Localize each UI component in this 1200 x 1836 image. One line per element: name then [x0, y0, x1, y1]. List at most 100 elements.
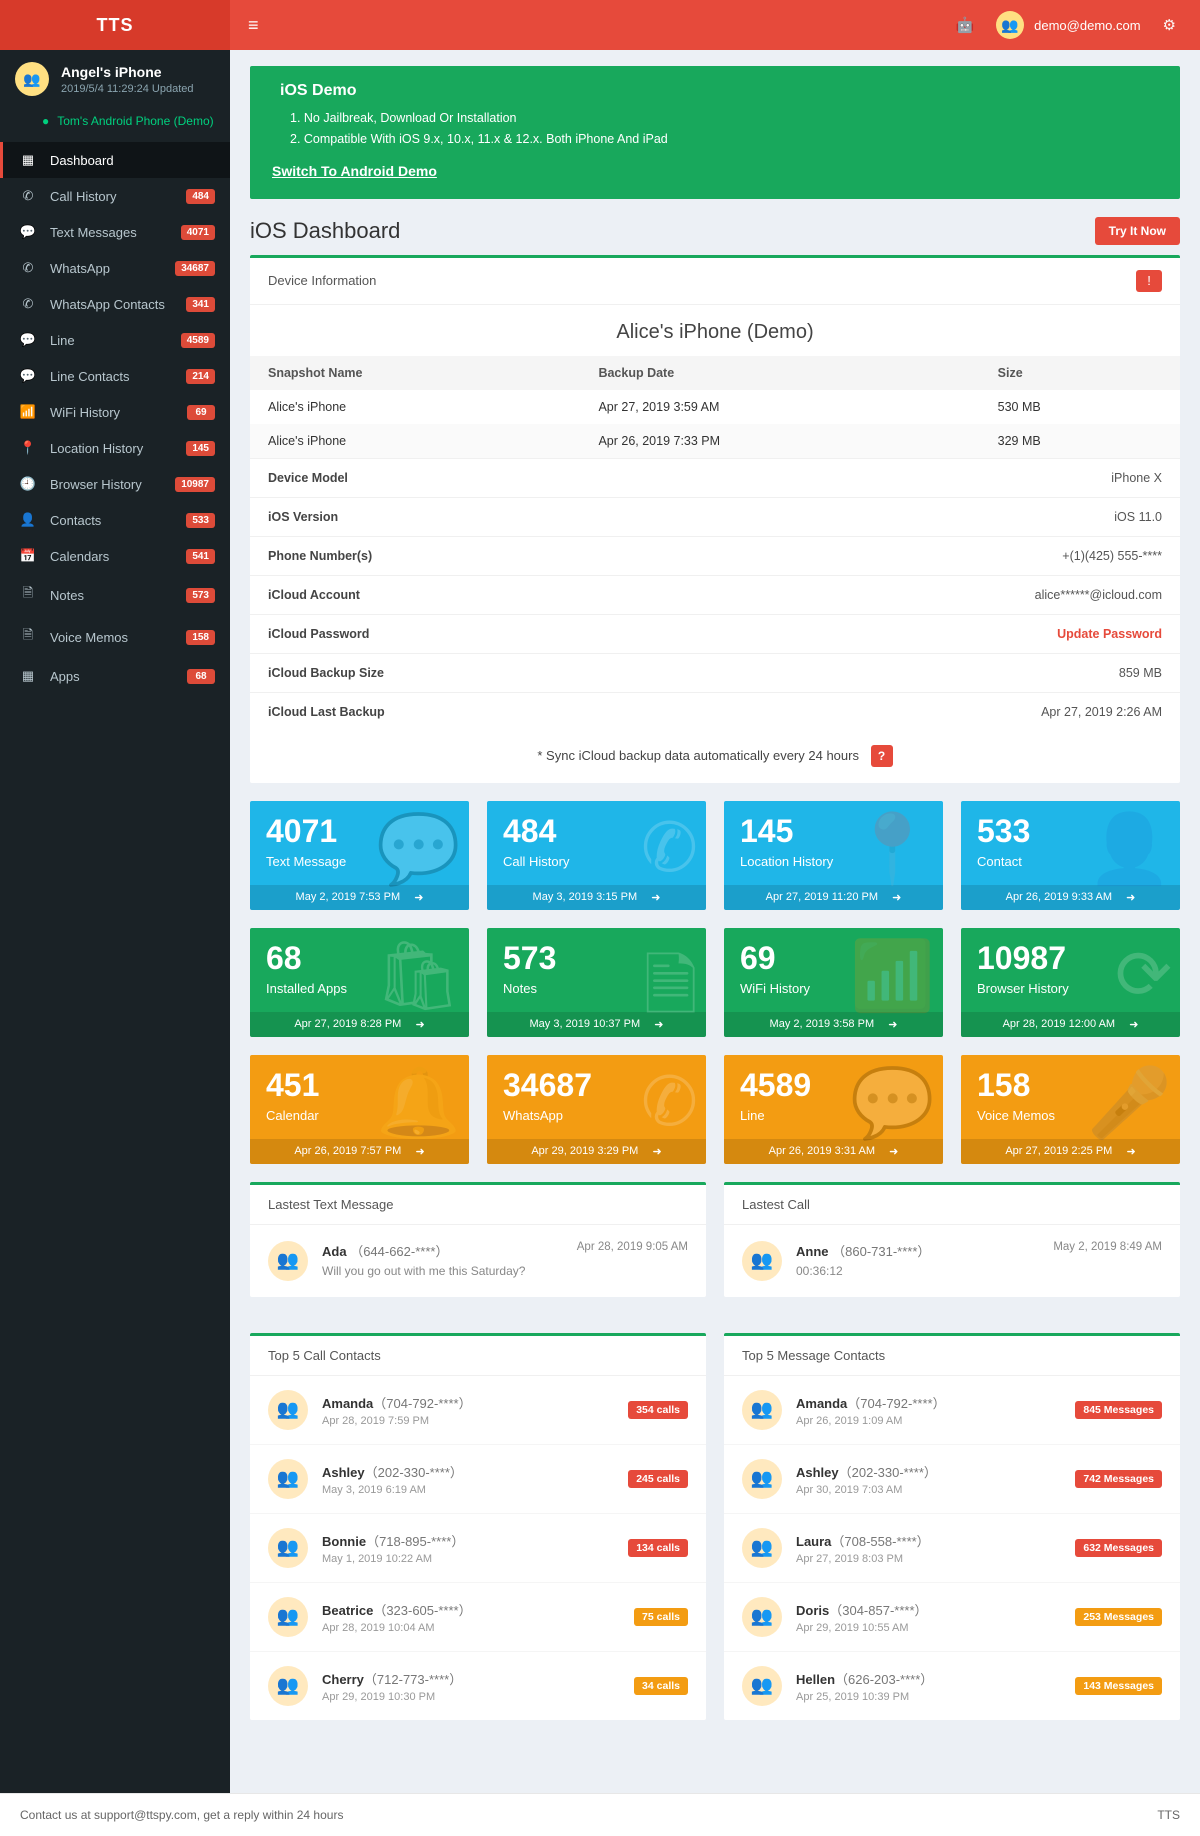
stat-card-notes[interactable]: 🗎573NotesMay 3, 2019 10:37 PM ➜ — [487, 928, 706, 1037]
stat-card-browser-history[interactable]: ⟳10987Browser HistoryApr 28, 2019 12:00 … — [961, 928, 1180, 1037]
menu-icon: 📅 — [18, 548, 38, 564]
top-msgs-panel: Top 5 Message Contacts 👥Amanda（704-792-*… — [724, 1333, 1180, 1720]
contact-row[interactable]: 👥Amanda（704-792-****）Apr 26, 2019 1:09 A… — [724, 1376, 1180, 1444]
count-badge: 484 — [186, 189, 215, 204]
count-tag: 34 calls — [634, 1677, 688, 1695]
count-badge: 214 — [186, 369, 215, 384]
latest-call-row[interactable]: 👥 Anne （860-731-****） 00:36:12 May 2, 20… — [724, 1225, 1180, 1297]
device-switch[interactable]: ● Tom's Android Phone (Demo) — [0, 106, 230, 142]
sidebar-item-notes[interactable]: 🗎Notes573 — [0, 574, 230, 616]
error-icon[interactable]: ! — [1136, 270, 1162, 292]
banner-title: iOS Demo — [272, 82, 1158, 100]
info-row: Device ModeliPhone X — [250, 458, 1180, 497]
sidebar-item-call-history[interactable]: ✆Call History484 — [0, 178, 230, 214]
content: iOS Demo 1. No Jailbreak, Download Or In… — [230, 50, 1200, 1793]
sidebar-item-location-history[interactable]: 📍Location History145 — [0, 430, 230, 466]
stat-card-installed-apps[interactable]: 🛍68Installed AppsApr 27, 2019 8:28 PM ➜ — [250, 928, 469, 1037]
stat-cards: 💬4071Text MessageMay 2, 2019 7:53 PM ➜✆4… — [250, 801, 1180, 1164]
stat-card-location-history[interactable]: 📍145Location HistoryApr 27, 2019 11:20 P… — [724, 801, 943, 910]
stat-card-wifi-history[interactable]: 📶69WiFi HistoryMay 2, 2019 3:58 PM ➜ — [724, 928, 943, 1037]
stat-card-whatsapp[interactable]: ✆34687WhatsAppApr 29, 2019 3:29 PM ➜ — [487, 1055, 706, 1164]
count-tag: 245 calls — [628, 1470, 688, 1488]
card-bg-icon: 💬 — [376, 809, 461, 889]
card-bg-icon: ✆ — [641, 809, 698, 888]
contact-row[interactable]: 👥Doris（304-857-****）Apr 29, 2019 10:55 A… — [724, 1582, 1180, 1651]
info-row: iCloud PasswordUpdate Password — [250, 614, 1180, 653]
footer-left: Contact us at support@ttspy.com, get a r… — [20, 1808, 343, 1822]
avatar-icon: 👥 — [742, 1390, 782, 1430]
android-icon[interactable]: 🤖 — [955, 16, 974, 34]
sidebar-item-text-messages[interactable]: 💬Text Messages4071 — [0, 214, 230, 250]
stat-time: Apr 29, 2019 3:29 PM ➜ — [487, 1139, 706, 1164]
avatar-icon: 👥 — [268, 1390, 308, 1430]
stat-card-calendar[interactable]: 🔔451CalendarApr 26, 2019 7:57 PM ➜ — [250, 1055, 469, 1164]
panel-title: Lastest Text Message — [268, 1197, 394, 1212]
menu-icon: 📶 — [18, 404, 38, 420]
brand[interactable]: TTS — [0, 0, 230, 50]
contact-phone: （304-857-****） — [829, 1603, 927, 1618]
menu-icon: 🗎 — [18, 584, 38, 606]
sidebar-item-browser-history[interactable]: 🕘Browser History10987 — [0, 466, 230, 502]
contact-row[interactable]: 👥Amanda（704-792-****）Apr 28, 2019 7:59 P… — [250, 1376, 706, 1444]
arrow-icon: ➜ — [892, 891, 901, 904]
settings-icon[interactable]: ⚙ — [1163, 16, 1176, 34]
latest-text-row[interactable]: 👥 Ada （644-662-****） Will you go out wit… — [250, 1225, 706, 1297]
call-duration: 00:36:12 — [796, 1264, 930, 1278]
try-button[interactable]: Try It Now — [1095, 217, 1180, 245]
arrow-icon: ➜ — [652, 1145, 661, 1158]
contact-date: May 3, 2019 6:19 AM — [322, 1484, 463, 1496]
sidebar-item-dashboard[interactable]: ▦Dashboard — [0, 142, 230, 178]
user-email: demo@demo.com — [1034, 18, 1140, 33]
contact-row[interactable]: 👥Bonnie（718-895-****）May 1, 2019 10:22 A… — [250, 1513, 706, 1582]
sidebar-item-wifi-history[interactable]: 📶WiFi History69 — [0, 394, 230, 430]
contact-row[interactable]: 👥Cherry（712-773-****）Apr 29, 2019 10:30 … — [250, 1651, 706, 1720]
contact-row[interactable]: 👥Beatrice（323-605-****）Apr 28, 2019 10:0… — [250, 1582, 706, 1651]
contact-row[interactable]: 👥Ashley（202-330-****）Apr 30, 2019 7:03 A… — [724, 1444, 1180, 1513]
contact-row[interactable]: 👥Ashley（202-330-****）May 3, 2019 6:19 AM… — [250, 1444, 706, 1513]
contact-date: Apr 30, 2019 7:03 AM — [796, 1484, 937, 1496]
sidebar-item-apps[interactable]: ▦Apps68 — [0, 658, 230, 694]
sidebar-item-voice-memos[interactable]: 🗎Voice Memos158 — [0, 616, 230, 658]
help-icon[interactable]: ? — [871, 745, 893, 767]
menu-label: Browser History — [50, 477, 142, 492]
contact-phone: （323-605-****） — [373, 1603, 471, 1618]
info-row: iCloud Backup Size859 MB — [250, 653, 1180, 692]
menu-label: Call History — [50, 189, 116, 204]
switch-demo-link[interactable]: Switch To Android Demo — [272, 163, 437, 179]
stat-card-voice-memos[interactable]: 🎤158Voice MemosApr 27, 2019 2:25 PM ➜ — [961, 1055, 1180, 1164]
user-chip[interactable]: 👥 demo@demo.com — [996, 11, 1140, 39]
hamburger-icon[interactable]: ≡ — [230, 15, 277, 36]
info-value[interactable]: Update Password — [1057, 627, 1162, 641]
count-badge: 10987 — [175, 477, 215, 492]
demo-device-name: Alice's iPhone (Demo) — [250, 305, 1180, 356]
menu-label: Apps — [50, 669, 80, 684]
sidebar-item-line[interactable]: 💬Line4589 — [0, 322, 230, 358]
device-updated: 2019/5/4 11:29:24 Updated — [61, 83, 194, 95]
menu-label: Line Contacts — [50, 369, 130, 384]
avatar-icon: 👥 — [996, 11, 1024, 39]
stat-card-contact[interactable]: 👤533ContactApr 26, 2019 9:33 AM ➜ — [961, 801, 1180, 910]
contact-date: Apr 29, 2019 10:30 PM — [322, 1691, 462, 1703]
avatar-icon: 👥 — [742, 1597, 782, 1637]
stat-card-text-message[interactable]: 💬4071Text MessageMay 2, 2019 7:53 PM ➜ — [250, 801, 469, 910]
avatar-icon: 👥 — [742, 1528, 782, 1568]
stat-card-line[interactable]: 💬4589LineApr 26, 2019 3:31 AM ➜ — [724, 1055, 943, 1164]
sidebar-item-whatsapp-contacts[interactable]: ✆WhatsApp Contacts341 — [0, 286, 230, 322]
contact-row[interactable]: 👥Hellen（626-203-****）Apr 25, 2019 10:39 … — [724, 1651, 1180, 1720]
count-badge: 158 — [186, 630, 215, 645]
sidebar-nav: ▦Dashboard ✆ Call History 484 💬Text Messages… — [0, 142, 230, 694]
contact-phone: （202-330-****） — [839, 1465, 937, 1480]
menu-icon: 💬 — [18, 368, 38, 384]
sidebar-item-contacts[interactable]: 👤Contacts533 — [0, 502, 230, 538]
count-tag: 845 Messages — [1075, 1401, 1162, 1419]
menu-icon: ✆ — [18, 260, 38, 276]
sidebar-item-calendars[interactable]: 📅Calendars541 — [0, 538, 230, 574]
avatar-icon: 👥 — [268, 1241, 308, 1281]
contact-name: Amanda — [322, 1396, 373, 1411]
stat-card-call-history[interactable]: ✆484Call HistoryMay 3, 2019 3:15 PM ➜ — [487, 801, 706, 910]
contact-phone: （860-731-****） — [832, 1244, 930, 1259]
contact-row[interactable]: 👥Laura（708-558-****）Apr 27, 2019 8:03 PM… — [724, 1513, 1180, 1582]
sidebar-item-line-contacts[interactable]: 💬 Line Contacts 214 — [0, 358, 230, 394]
menu-label: Dashboard — [50, 153, 114, 168]
sidebar-item-whatsapp[interactable]: ✆WhatsApp34687 — [0, 250, 230, 286]
